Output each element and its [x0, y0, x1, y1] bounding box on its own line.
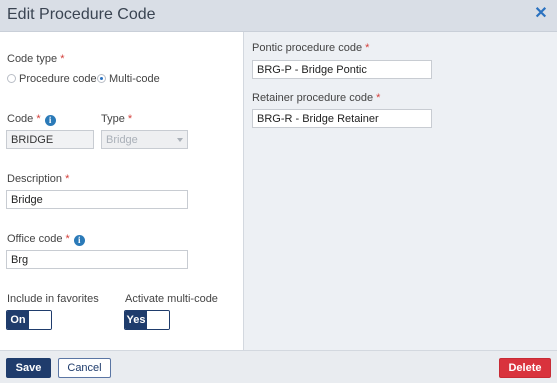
- code-field: BRIDGE: [6, 130, 94, 149]
- close-icon[interactable]: ✕: [533, 6, 549, 22]
- procedure-code-radio[interactable]: [7, 74, 16, 83]
- activate-multi-code-toggle[interactable]: Yes: [124, 310, 170, 330]
- save-button[interactable]: Save: [6, 358, 51, 378]
- dialog-title: Edit Procedure Code: [7, 6, 156, 23]
- activate-multi-code-label: Activate multi-code: [125, 293, 218, 305]
- office-code-label: Office code * i: [7, 233, 85, 246]
- multi-code-panel: Pontic procedure code * BRG-P - Bridge P…: [243, 32, 557, 350]
- delete-button[interactable]: Delete: [499, 358, 551, 378]
- retainer-code-input[interactable]: BRG-R - Bridge Retainer: [252, 109, 432, 128]
- info-icon[interactable]: i: [73, 235, 85, 246]
- pontic-code-input[interactable]: BRG-P - Bridge Pontic: [252, 60, 432, 79]
- multi-code-radio[interactable]: [97, 74, 106, 83]
- chevron-down-icon: [177, 138, 183, 142]
- dialog-header: Edit Procedure Code ✕: [0, 0, 557, 32]
- toggle-on-label: On: [7, 311, 29, 329]
- description-input[interactable]: Bridge: [6, 190, 188, 209]
- include-favorites-toggle[interactable]: On: [6, 310, 52, 330]
- dialog-footer: Save Cancel Delete: [0, 350, 557, 383]
- include-favorites-label: Include in favorites: [7, 293, 99, 305]
- procedure-code-radio-label[interactable]: Procedure code: [19, 73, 97, 85]
- multi-code-radio-label[interactable]: Multi-code: [109, 73, 160, 85]
- code-label: Code * i: [7, 113, 56, 126]
- info-icon[interactable]: i: [44, 115, 56, 126]
- pontic-label: Pontic procedure code *: [252, 42, 370, 54]
- office-code-input[interactable]: Brg: [6, 250, 188, 269]
- description-label: Description *: [7, 173, 70, 185]
- code-type-label: Code type *: [7, 53, 65, 65]
- toggle-yes-label: Yes: [125, 311, 147, 329]
- retainer-label: Retainer procedure code *: [252, 92, 381, 104]
- type-select: Bridge: [101, 130, 188, 149]
- type-label: Type *: [101, 113, 133, 125]
- cancel-button[interactable]: Cancel: [58, 358, 111, 378]
